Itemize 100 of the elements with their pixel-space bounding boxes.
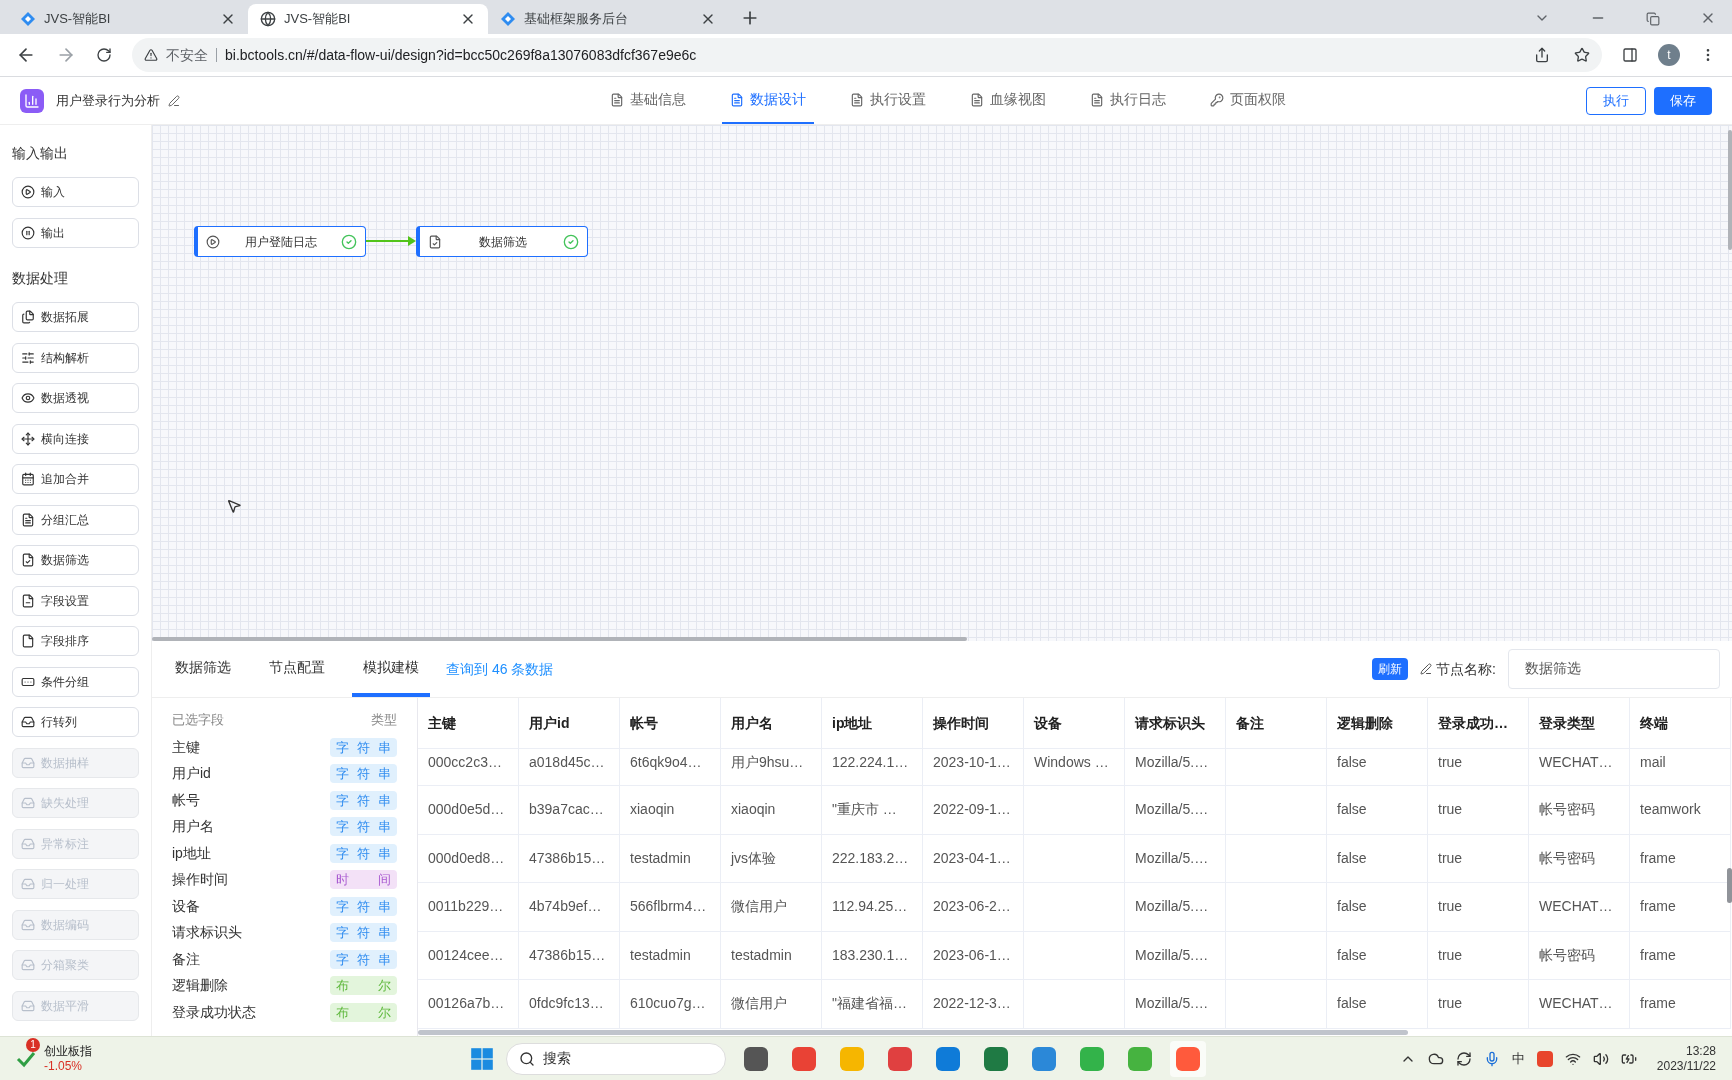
tool-item[interactable]: 横向连接 (12, 423, 139, 454)
tool-item[interactable]: 字段排序 (12, 626, 139, 656)
column-header: 用户id (519, 698, 620, 749)
panel-tab[interactable]: 数据筛选 (164, 641, 242, 697)
table-cell: WECHAT… (1529, 883, 1630, 932)
table-cell: 183.230.1… (822, 931, 923, 980)
widget-change: -1.05% (44, 1058, 84, 1074)
field-name: 设备 (172, 896, 200, 916)
table-cell: WECHAT… (1529, 749, 1630, 786)
table-cell: 2023-06-1… (923, 931, 1024, 980)
table-cell: true (1428, 980, 1529, 1029)
panel-tab[interactable]: 节点配置 (258, 641, 336, 697)
tool-item[interactable]: 分组汇总 (12, 504, 139, 535)
nav-tab[interactable]: 血缘视图 (962, 77, 1054, 124)
warning-icon (144, 48, 158, 62)
panel-tab[interactable]: 模拟建模 (352, 641, 430, 697)
sync-icon[interactable] (1455, 1050, 1472, 1067)
table-cell: xiaoqin (721, 786, 822, 835)
app-tray-icon[interactable] (1536, 1050, 1553, 1067)
vertical-scrollbar[interactable] (1728, 130, 1732, 250)
flow-node[interactable]: 用户登陆日志 (194, 226, 366, 257)
profile-avatar[interactable]: t (1658, 44, 1680, 66)
table-cell: true (1428, 883, 1529, 932)
field-name: 主键 (172, 737, 200, 757)
tool-item[interactable]: 数据拓展 (12, 302, 139, 332)
type-tag: 字符串 (330, 949, 397, 969)
table-cell: 566flbrm4… (620, 883, 721, 932)
tool-item[interactable]: 条件分组 (12, 666, 139, 697)
column-header: ip地址 (822, 698, 923, 749)
column-header: 请求标识头 (1125, 698, 1226, 749)
tool-item[interactable]: 输出 (12, 217, 139, 248)
horizontal-scrollbar[interactable] (152, 637, 967, 641)
table-cell: 222.183.2… (822, 834, 923, 883)
table-cell: 用户9hsu… (721, 749, 822, 786)
input-method[interactable]: 中 (1511, 1048, 1525, 1069)
tab-title: JVS-智能BI (284, 10, 352, 29)
tool-item[interactable]: 数据透视 (12, 383, 139, 413)
browser-tab[interactable]: JVS-智能BI (248, 4, 488, 34)
table-cell: Mozilla/5.… (1125, 749, 1226, 786)
field-name: 备注 (172, 949, 200, 969)
horizontal-scrollbar[interactable] (418, 1030, 1408, 1035)
refresh-button[interactable]: 刷新 (1372, 658, 1409, 680)
table-cell: false (1327, 931, 1428, 980)
security-label: 不安全 (166, 45, 208, 65)
type-tag: 字符串 (330, 764, 397, 784)
type-tag: 布尔 (330, 1002, 397, 1022)
bookmark-icon[interactable] (1574, 47, 1590, 63)
reload-icon[interactable] (96, 47, 112, 63)
table-cell: 微信用户 (721, 980, 822, 1029)
table-cell: 00124cee… (418, 931, 519, 980)
browser-tab[interactable]: JVS-智能BI (8, 4, 248, 34)
table-cell: 000d0ed8… (418, 834, 519, 883)
search-field[interactable]: 搜索 (505, 1042, 726, 1075)
tool-item[interactable]: 数据筛选 (12, 545, 139, 575)
tool-item[interactable]: 输入 (12, 177, 139, 207)
taskbar-app-icon[interactable] (1169, 1040, 1206, 1077)
field-name: 用户名 (172, 817, 214, 837)
tool-item[interactable]: 行转列 (12, 707, 139, 737)
start-icon[interactable] (469, 1046, 494, 1071)
nav-tab[interactable]: 执行日志 (1082, 77, 1174, 124)
column-header: 用户名 (721, 698, 822, 749)
tool-icon (21, 917, 35, 932)
nav-tab[interactable]: 基础信息 (602, 77, 694, 124)
tool-item[interactable]: 结构解析 (12, 342, 139, 373)
table-cell: 2022-12-3… (923, 980, 1024, 1029)
nav-tab[interactable]: 页面权限 (1202, 77, 1294, 124)
vertical-scrollbar[interactable] (1727, 868, 1732, 903)
volume-icon[interactable] (1592, 1050, 1609, 1067)
tab-title: JVS-智能BI (44, 10, 112, 29)
nav-tab[interactable]: 执行设置 (842, 77, 934, 124)
node-name-field[interactable]: 数据筛选 (1508, 649, 1720, 689)
document-check-icon (428, 234, 442, 249)
table-cell: Mozilla/5.… (1125, 834, 1226, 883)
tool-item[interactable]: 追加合并 (12, 464, 139, 494)
browser-tab[interactable]: 基础框架服务后台 (488, 4, 728, 34)
tool-icon (21, 512, 35, 527)
flow-node[interactable]: 数据筛选 (416, 226, 588, 257)
cursor-icon (226, 498, 242, 514)
column-header: 设备 (1024, 698, 1125, 749)
table-cell: 帐号密码 (1529, 834, 1630, 883)
edit-icon[interactable] (168, 94, 180, 107)
document-icon (850, 92, 864, 107)
tool-item[interactable]: 字段设置 (12, 585, 139, 616)
table-cell: 0fdc9fc13… (519, 980, 620, 1029)
table-cell: 帐号密码 (1529, 931, 1630, 980)
widget-title: 创业板指 (44, 1043, 92, 1059)
tool-icon (21, 225, 35, 240)
run-button[interactable]: 执行 (1586, 86, 1646, 115)
restore-icon[interactable] (1646, 12, 1660, 26)
side-panel-icon[interactable] (1622, 47, 1638, 63)
share-icon[interactable] (1534, 47, 1550, 63)
address-bar[interactable]: 不安全 bi.bctools.cn/#/data-flow-ui/design?id=bcc50c269f8a13076083dfcf367e9e6c (132, 38, 1602, 72)
table-cell: jvs体验 (721, 834, 822, 883)
table-cell: 4b74b9ef… (519, 883, 620, 932)
column-header: 备注 (1226, 698, 1327, 749)
table-cell: 0011b229… (418, 883, 519, 932)
save-button[interactable]: 保存 (1654, 86, 1712, 115)
success-icon (563, 233, 579, 250)
table-cell: Mozilla/5.… (1125, 883, 1226, 932)
table-cell: false (1327, 980, 1428, 1029)
